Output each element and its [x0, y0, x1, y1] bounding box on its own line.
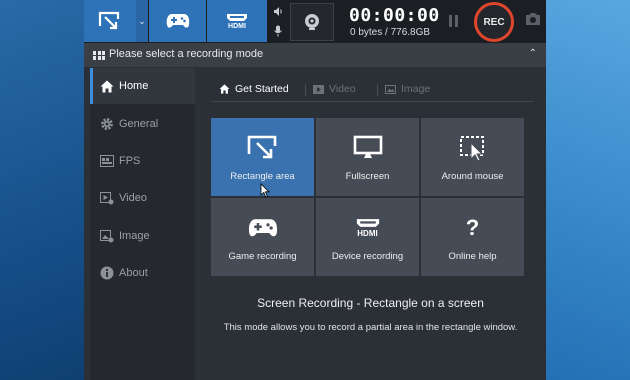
file-size-status: 0 bytes / 776.8GB — [350, 27, 431, 38]
tab-label: Video — [329, 83, 356, 95]
sidebar-item-home[interactable]: Home — [90, 68, 195, 104]
sidebar-item-about[interactable]: About — [90, 255, 195, 291]
speaker-icon[interactable] — [270, 2, 286, 21]
sidebar-item-label: General — [119, 118, 159, 130]
hdmi-icon — [227, 13, 247, 21]
question-mark: ? — [465, 215, 480, 240]
webcam-button[interactable] — [290, 3, 334, 41]
tab-video[interactable]: Video — [313, 83, 356, 95]
tab-get-started[interactable]: Get Started — [219, 83, 289, 95]
tab-bar: Get Started Video Image — [211, 80, 534, 102]
microphone-icon[interactable] — [270, 21, 286, 40]
gamepad-icon — [166, 14, 189, 28]
info-icon — [100, 266, 114, 280]
tile-fullscreen[interactable]: Fullscreen — [316, 118, 419, 196]
chevron-up-icon[interactable]: ⌃ — [529, 48, 537, 59]
gamepad-icon — [248, 214, 278, 242]
monitor-icon — [352, 134, 384, 162]
sidebar-item-label: About — [119, 267, 148, 279]
tab-label: Get Started — [235, 83, 289, 95]
gear-icon — [100, 117, 114, 131]
sidebar-item-video[interactable]: Video — [90, 180, 195, 216]
tile-game-recording[interactable]: Game recording — [211, 198, 314, 276]
tab-image[interactable]: Image — [385, 83, 430, 95]
hdmi-label: HDMI — [228, 22, 246, 30]
tile-label: Device recording — [331, 251, 404, 262]
question-icon: ? — [466, 214, 479, 242]
sidebar-item-label: Image — [119, 230, 150, 242]
record-timer: 00:00:00 — [349, 5, 440, 26]
mode-description-text: This mode allows you to record a partial… — [223, 322, 518, 333]
sidebar-item-image[interactable]: Image — [90, 218, 195, 254]
sidebar-item-general[interactable]: General — [90, 106, 195, 142]
pause-icon[interactable] — [448, 15, 460, 27]
tile-label: Around mouse — [441, 171, 504, 182]
image-icon — [385, 84, 396, 94]
tile-around-mouse[interactable]: Around mouse — [421, 118, 524, 196]
mode-device-button[interactable]: HDMI — [207, 0, 267, 42]
mode-header-text: Please select a recording mode — [109, 48, 264, 60]
grid-icon — [93, 51, 105, 60]
toolbar: ⌄ HDMI 00:00:00 0 bytes / 776.8GB REC — [84, 0, 546, 43]
mode-tile-grid: Rectangle area Fullscreen Around mouse G… — [211, 118, 524, 276]
mode-game-button[interactable] — [149, 0, 206, 42]
rectangle-arrow-icon — [98, 11, 120, 30]
sidebar-item-label: Video — [119, 192, 147, 204]
rec-button[interactable]: REC — [474, 2, 514, 42]
tile-label: Online help — [448, 251, 497, 262]
sidebar: Home General FPS Video Image About — [90, 68, 195, 380]
tile-label: Fullscreen — [345, 171, 390, 182]
mode-rectangle-button[interactable] — [84, 0, 136, 42]
sidebar-item-label: Home — [119, 80, 149, 92]
around-mouse-icon — [458, 134, 488, 162]
mode-dropdown-button[interactable]: ⌄ — [136, 0, 148, 42]
mode-header: Please select a recording mode ⌃ — [84, 43, 546, 67]
tab-divider — [305, 84, 306, 96]
sidebar-item-fps[interactable]: FPS — [90, 143, 195, 179]
tile-label: Game recording — [228, 251, 297, 262]
chevron-down-icon: ⌄ — [138, 15, 146, 26]
video-icon — [100, 191, 114, 205]
sidebar-item-label: FPS — [119, 155, 141, 167]
tab-label: Image — [401, 83, 431, 95]
audio-controls — [270, 2, 286, 42]
main-panel: Get Started Video Image Rectangle area F… — [195, 68, 546, 380]
tile-device-recording[interactable]: HDMI Device recording — [316, 198, 419, 276]
hdmi-icon: HDMI — [354, 214, 382, 242]
recorder-window: ⌄ HDMI 00:00:00 0 bytes / 776.8GB REC Pl… — [84, 0, 546, 380]
home-icon — [219, 84, 230, 94]
fps-icon — [100, 154, 114, 168]
mouse-cursor-icon — [260, 183, 270, 203]
home-icon — [100, 79, 114, 93]
camera-icon[interactable] — [525, 12, 541, 31]
tile-label: Rectangle area — [230, 171, 295, 182]
video-icon — [313, 84, 324, 94]
hdmi-label: HDMI — [357, 229, 378, 238]
image-icon — [100, 229, 114, 243]
webcam-icon — [305, 14, 319, 30]
rectangle-arrow-icon — [246, 134, 280, 162]
mode-description-title: Screen Recording - Rectangle on a screen — [257, 296, 484, 310]
tab-divider — [377, 84, 378, 96]
tile-online-help[interactable]: ? Online help — [421, 198, 524, 276]
desktop-background-left — [0, 0, 84, 380]
desktop-background-right — [544, 0, 630, 380]
